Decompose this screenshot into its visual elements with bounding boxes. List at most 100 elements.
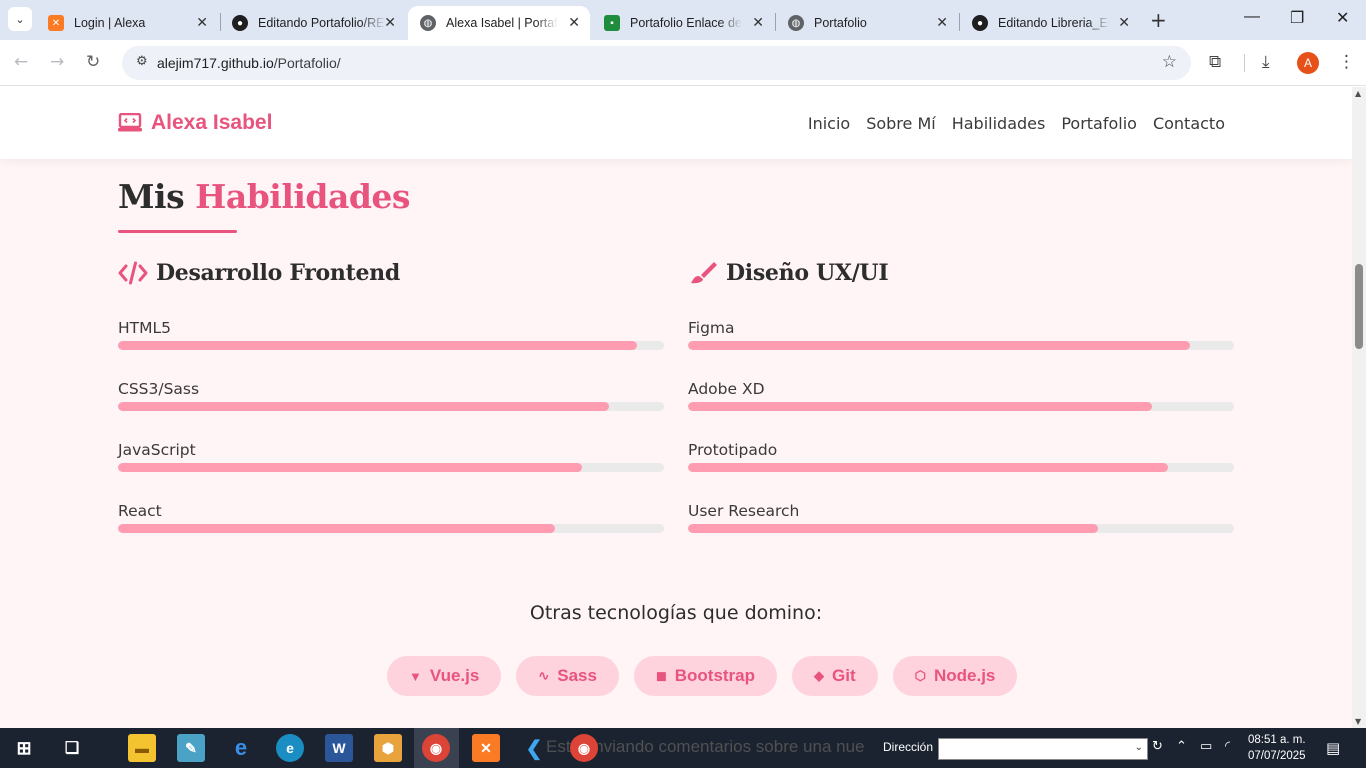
window-close-icon[interactable]: ✕	[1336, 8, 1349, 28]
chip-label: Node.js	[933, 666, 996, 685]
internet-explorer-icon[interactable]: e	[227, 734, 255, 762]
git-icon: ◆	[814, 668, 825, 683]
skill-bar-fill	[688, 524, 1098, 533]
skill-bar	[118, 463, 664, 472]
tab-title: Portafolio Enlace de acceso	[630, 16, 742, 30]
close-icon[interactable]: ✕	[936, 14, 948, 31]
edge-icon[interactable]: e	[276, 734, 304, 762]
system-clock[interactable]: 08:51 a. m. 07/07/2025	[1248, 732, 1306, 764]
close-icon[interactable]: ✕	[196, 14, 208, 31]
task-view-icon[interactable]: ❏	[58, 734, 86, 762]
profile-avatar[interactable]: A	[1297, 52, 1319, 74]
site-brand[interactable]: Alexa Isabel	[118, 111, 272, 135]
site-header: Alexa Isabel Inicio Sobre Mí Habilidades…	[0, 87, 1352, 159]
other-tech-chips: ▼ Vue.js ∿ Sass ◼ Bootstrap ◆ Git ⬡ Node…	[387, 656, 1018, 696]
page-viewport: Alexa Isabel Inicio Sobre Mí Habilidades…	[0, 87, 1352, 728]
nav-habilidades[interactable]: Habilidades	[952, 114, 1046, 133]
brand-name: Alexa Isabel	[151, 111, 273, 134]
tab-title: Alexa Isabel | Portafolio	[446, 16, 558, 30]
tech-chip-git[interactable]: ◆ Git	[792, 656, 878, 696]
chevron-down-icon[interactable]: ⌄	[1135, 742, 1143, 753]
new-tab-plus-icon[interactable]: +	[1150, 8, 1167, 32]
tech-chip-sass[interactable]: ∿ Sass	[516, 656, 619, 696]
skill-item: Adobe XD	[688, 380, 1234, 411]
chrome-profile-icon[interactable]: ◉	[570, 734, 598, 762]
skill-bar-fill	[688, 463, 1169, 472]
extensions-puzzle-icon[interactable]: ⧉	[1209, 52, 1221, 72]
skill-name: HTML5	[118, 319, 171, 337]
windows-taskbar: Está enviando comentarios sobre una nue …	[0, 728, 1366, 768]
tab-portafolio[interactable]: ◍ Portafolio ✕	[776, 6, 958, 40]
clock-time: 08:51 a. m.	[1248, 734, 1306, 746]
tab-editando-portafolio[interactable]: ● Editando Portafolio/README ✕	[220, 6, 406, 40]
word-icon[interactable]: W	[325, 734, 353, 762]
skill-bar	[688, 463, 1234, 472]
skill-item: JavaScript	[118, 441, 664, 472]
column-heading-text: Desarrollo Frontend	[156, 260, 400, 286]
file-explorer-icon[interactable]: ▬	[128, 734, 156, 762]
chip-label: Sass	[557, 666, 597, 685]
xampp-icon[interactable]: ✕	[472, 734, 500, 762]
restore-icon[interactable]: ❐	[1290, 8, 1304, 28]
bookmark-star-icon[interactable]: ☆	[1162, 52, 1177, 72]
skill-item: Prototipado	[688, 441, 1234, 472]
tray-chevron-up-icon[interactable]: ⌃	[1176, 739, 1187, 754]
tab-editando-libreria[interactable]: ● Editando Libreria_Esp ✕	[960, 6, 1140, 40]
skill-bar	[688, 341, 1234, 350]
battery-icon[interactable]: ▭	[1200, 739, 1212, 754]
section-title-part1: Mis	[118, 177, 185, 216]
google-classroom-icon: ▪	[604, 15, 620, 31]
minimize-icon[interactable]: —	[1244, 8, 1260, 26]
tab-title: Portafolio	[814, 16, 867, 30]
notepad-icon[interactable]: ✎	[177, 734, 205, 762]
skills-column-frontend: Desarrollo Frontend HTML5 CSS3/Sass Java…	[118, 257, 664, 533]
nav-portafolio[interactable]: Portafolio	[1061, 114, 1137, 133]
section-title: Mis Habilidades	[118, 177, 411, 216]
skill-bar-fill	[118, 341, 637, 350]
download-icon[interactable]: ⤓	[1262, 52, 1270, 72]
address-toolbar-input[interactable]: ⌄	[938, 738, 1148, 760]
virtualbox-icon[interactable]: ⬢	[374, 734, 402, 762]
skill-item: React	[118, 502, 664, 533]
tab-search-chevron-icon[interactable]: ⌄	[8, 7, 32, 31]
tab-title: Editando Portafolio/README	[258, 16, 386, 30]
page-scrollbar[interactable]: ▲ ▼	[1352, 87, 1366, 728]
close-icon[interactable]: ✕	[384, 14, 396, 31]
scroll-up-arrow-icon[interactable]: ▲	[1355, 89, 1361, 98]
menu-kebab-icon[interactable]: ⋮	[1338, 52, 1355, 72]
back-arrow-icon[interactable]: ←	[14, 52, 28, 72]
tech-chip-bootstrap[interactable]: ◼ Bootstrap	[633, 656, 778, 696]
site-info-icon[interactable]: ⚙	[136, 54, 148, 69]
scrollbar-thumb[interactable]	[1355, 264, 1363, 349]
tab-alexa-isabel-portafolio[interactable]: ◍ Alexa Isabel | Portafolio ✕	[408, 6, 590, 40]
address-bar[interactable]: ⚙ alejim717.github.io/Portafolio/ ☆	[122, 46, 1191, 80]
chrome-icon[interactable]: ◉	[422, 734, 450, 762]
nav-sobre-mi[interactable]: Sobre Mí	[866, 114, 936, 133]
address-go-icon[interactable]: ↻	[1152, 739, 1163, 754]
close-icon[interactable]: ✕	[752, 14, 764, 31]
skill-name: Prototipado	[688, 441, 778, 459]
vscode-icon[interactable]: ❮	[520, 734, 548, 762]
tech-chip-vuejs[interactable]: ▼ Vue.js	[387, 656, 502, 696]
reload-icon[interactable]: ↻	[86, 52, 100, 72]
forward-arrow-icon[interactable]: →	[50, 52, 64, 72]
skill-name: JavaScript	[118, 441, 196, 459]
tab-login-alexa[interactable]: ✕ Login | Alexa ✕	[36, 6, 218, 40]
tab-portafolio-enlace[interactable]: ▪ Portafolio Enlace de acceso ✕	[592, 6, 774, 40]
nav-contacto[interactable]: Contacto	[1153, 114, 1225, 133]
skill-bar-fill	[118, 402, 610, 411]
scroll-down-arrow-icon[interactable]: ▼	[1355, 717, 1361, 726]
section-title-highlight: Habilidades	[195, 177, 411, 216]
wifi-icon[interactable]: ◜	[1225, 739, 1230, 754]
title-underline	[118, 230, 237, 233]
notification-center-icon[interactable]: ▤	[1326, 739, 1340, 757]
skill-name: User Research	[688, 502, 800, 520]
close-icon[interactable]: ✕	[568, 14, 580, 31]
sass-icon: ∿	[538, 668, 550, 683]
windows-start-icon[interactable]: ⊞	[10, 734, 38, 762]
close-icon[interactable]: ✕	[1118, 14, 1130, 31]
nav-inicio[interactable]: Inicio	[808, 114, 850, 133]
skill-bar-fill	[118, 524, 555, 533]
vue-icon: ▼	[409, 668, 422, 684]
tech-chip-nodejs[interactable]: ⬡ Node.js	[892, 656, 1018, 696]
